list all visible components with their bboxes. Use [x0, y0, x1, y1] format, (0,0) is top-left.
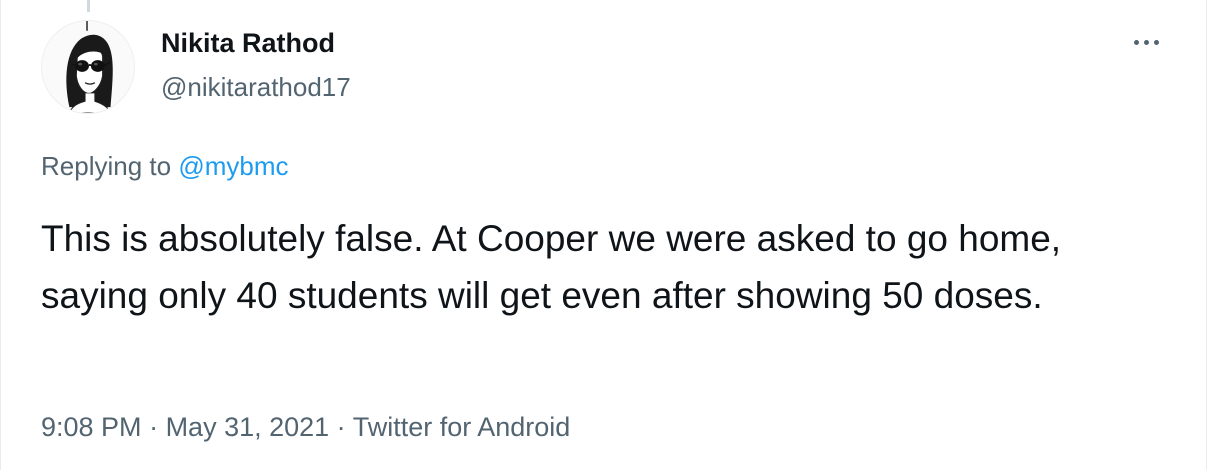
replying-to-line: Replying to @mybmc [41, 151, 288, 182]
meta-separator: · [141, 412, 166, 442]
tweet-card: Nikita Rathod @nikitarathod17 Replying t… [0, 0, 1207, 470]
tweet-source[interactable]: Twitter for Android [353, 412, 571, 442]
tweet-text: This is absolutely false. At Cooper we w… [41, 218, 1062, 316]
reply-mention-link[interactable]: @mybmc [178, 151, 288, 181]
tweet-time[interactable]: 9:08 PM [41, 412, 142, 442]
author-display-name[interactable]: Nikita Rathod [161, 28, 335, 59]
author-handle[interactable]: @nikitarathod17 [161, 72, 351, 103]
more-options-button[interactable] [1126, 30, 1166, 54]
meta-separator: · [329, 412, 353, 442]
avatar-illustration-icon [42, 21, 134, 113]
more-options-icon-dot [1153, 39, 1159, 45]
more-options-icon-dot [1143, 39, 1149, 45]
tweet-date[interactable]: May 31, 2021 [166, 412, 330, 442]
thread-connector-line [87, 0, 90, 12]
more-options-icon [1133, 39, 1139, 45]
profile-avatar[interactable] [41, 20, 135, 114]
tweet-metadata: 9:08 PM · May 31, 2021 · Twitter for And… [41, 412, 570, 443]
replying-to-label: Replying to [41, 151, 179, 181]
